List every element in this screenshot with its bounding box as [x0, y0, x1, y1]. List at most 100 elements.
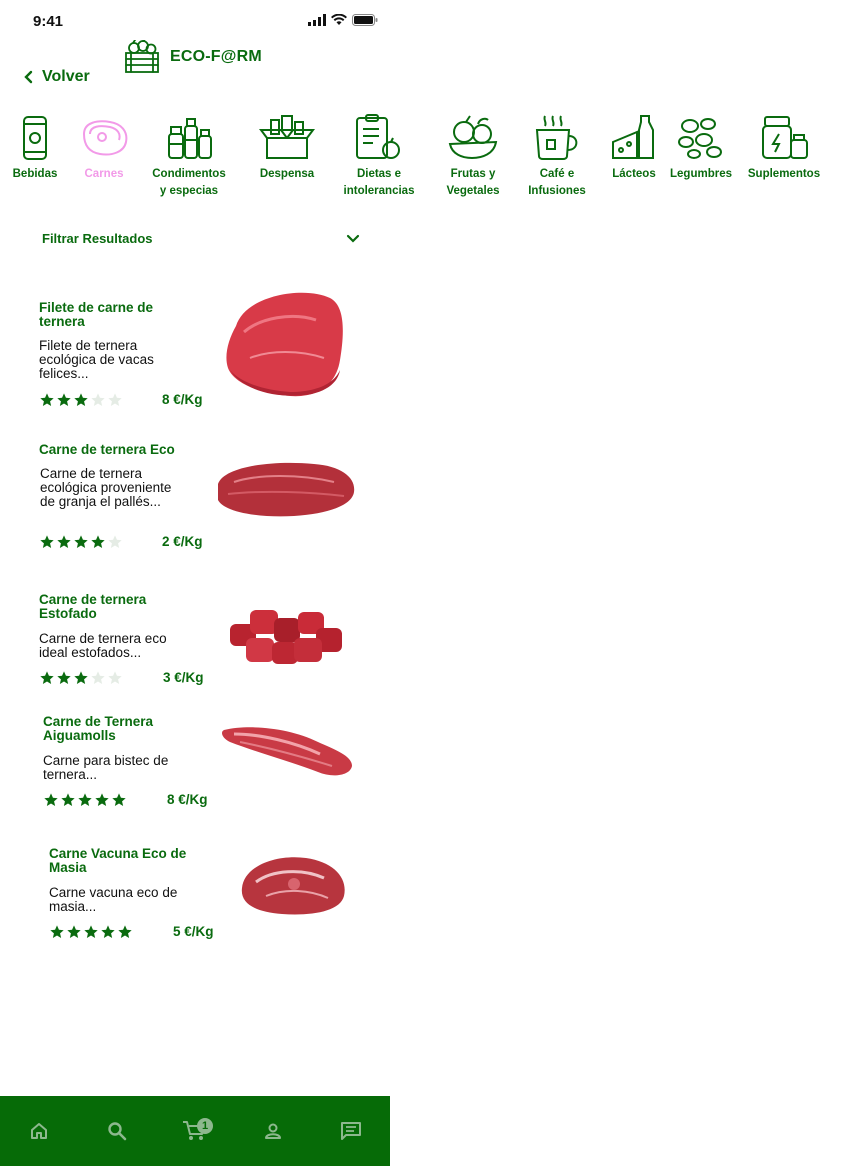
product-price: 2 €/Kg	[162, 534, 203, 549]
rating-stars	[43, 792, 127, 808]
category-label: Café e Infusiones	[528, 168, 586, 197]
product-card[interactable]: Carne Vacuna Eco de Masia Carne vacuna e…	[48, 838, 368, 948]
star-filled-icon	[78, 793, 92, 806]
category-suplementos[interactable]: Suplementos	[743, 112, 825, 183]
category-cafe[interactable]: Café e Infusiones	[525, 112, 589, 200]
star-filled-icon	[74, 393, 88, 406]
brand: ECO-F@RM	[124, 40, 262, 74]
product-card[interactable]: Carne de ternera Eco Carne de ternera ec…	[38, 434, 358, 564]
nav-profile[interactable]	[253, 1111, 293, 1151]
back-button[interactable]: Volver	[22, 68, 90, 86]
product-price: 3 €/Kg	[163, 670, 204, 685]
category-label: Carnes	[84, 168, 124, 180]
supplement-icon	[762, 116, 808, 159]
rating-stars	[39, 534, 123, 550]
star-filled-icon	[57, 671, 71, 684]
product-description: Carne de ternera ecológica proveniente d…	[40, 466, 172, 509]
product-card[interactable]: Carne de ternera Estofado Carne de terne…	[38, 584, 358, 694]
chevron-down-icon	[346, 234, 360, 243]
dairy-icon	[612, 115, 654, 159]
battery-icon	[352, 14, 378, 26]
product-image	[218, 462, 355, 517]
category-label: Despensa	[259, 168, 315, 180]
product-image	[226, 292, 343, 397]
star-filled-icon	[40, 535, 54, 548]
spice-jars-icon	[168, 118, 212, 159]
category-despensa[interactable]: Despensa	[257, 112, 317, 183]
nav-home[interactable]	[19, 1111, 59, 1151]
brand-name: ECO-F@RM	[170, 48, 262, 65]
status-icons	[308, 14, 378, 26]
product-title: Carne de ternera Estofado	[39, 592, 147, 621]
star-filled-icon	[44, 793, 58, 806]
product-price: 5 €/Kg	[173, 924, 214, 939]
star-filled-icon	[57, 535, 71, 548]
product-description: Carne vacuna eco de masia...	[49, 885, 178, 914]
star-filled-icon	[50, 925, 64, 938]
beans-icon	[678, 118, 722, 159]
star-empty-icon	[108, 393, 122, 406]
star-filled-icon	[101, 925, 115, 938]
product-card[interactable]: Carne de Ternera Aiguamolls Carne para b…	[42, 706, 362, 816]
category-label: Legumbres	[670, 168, 732, 180]
cart-badge: 1	[197, 1118, 213, 1134]
star-filled-icon	[118, 925, 132, 938]
category-label: Lácteos	[612, 168, 656, 180]
star-filled-icon	[40, 393, 54, 406]
category-label: Condimentos y especias	[152, 168, 226, 197]
product-description: Filete de ternera ecológica de vacas fel…	[39, 338, 154, 381]
nav-search[interactable]	[97, 1111, 137, 1151]
star-filled-icon	[95, 793, 109, 806]
rating-stars	[39, 670, 123, 686]
product-description: Carne para bistec de ternera...	[43, 753, 169, 782]
nav-cart[interactable]: 1	[175, 1111, 215, 1151]
product-card[interactable]: Filete de carne de ternera Filete de ter…	[38, 292, 358, 422]
tea-cup-icon	[535, 115, 578, 160]
star-empty-icon	[91, 671, 105, 684]
star-filled-icon	[57, 393, 71, 406]
product-price: 8 €/Kg	[162, 392, 203, 407]
category-lacteos[interactable]: Lácteos	[609, 112, 659, 183]
category-legumbres[interactable]: Legumbres	[666, 112, 736, 183]
category-frutas[interactable]: Frutas y Vegetales	[442, 112, 504, 200]
category-carnes[interactable]: Carnes	[78, 112, 130, 183]
star-empty-icon	[108, 535, 122, 548]
star-empty-icon	[91, 393, 105, 406]
category-condimentos[interactable]: Condimentos y especias	[147, 112, 231, 200]
product-title: Carne de Ternera Aiguamolls	[43, 714, 154, 743]
rating-stars	[49, 924, 133, 940]
category-label: Dietas e intolerancias	[343, 168, 415, 197]
category-label: Bebidas	[12, 168, 58, 180]
signal-icon	[308, 14, 326, 26]
category-label: Suplementos	[747, 168, 821, 180]
product-price: 8 €/Kg	[167, 792, 208, 807]
search-icon	[108, 1122, 127, 1141]
star-empty-icon	[108, 671, 122, 684]
product-image	[241, 857, 345, 915]
product-title: Carne Vacuna Eco de Masia	[49, 846, 187, 875]
bottom-nav: 1	[0, 1096, 390, 1166]
filter-dropdown[interactable]: Filtrar Resultados	[42, 231, 360, 246]
product-title: Carne de ternera Eco	[39, 442, 175, 457]
star-filled-icon	[40, 671, 54, 684]
category-label: Frutas y Vegetales	[446, 168, 500, 197]
category-dietas[interactable]: Dietas e intolerancias	[339, 112, 419, 200]
nav-messages[interactable]	[331, 1111, 371, 1151]
back-label: Volver	[42, 68, 90, 85]
home-icon	[31, 1123, 47, 1139]
star-filled-icon	[84, 925, 98, 938]
star-filled-icon	[74, 671, 88, 684]
wifi-icon	[331, 14, 347, 25]
star-filled-icon	[67, 925, 81, 938]
star-filled-icon	[112, 793, 126, 806]
rating-stars	[39, 392, 123, 408]
product-image	[222, 727, 352, 776]
category-bebidas[interactable]: Bebidas	[12, 112, 58, 183]
filter-label: Filtrar Resultados	[42, 231, 153, 246]
star-filled-icon	[74, 535, 88, 548]
product-description: Carne de ternera eco ideal estofados...	[39, 631, 167, 660]
fruit-basket-icon	[448, 115, 498, 160]
star-filled-icon	[91, 535, 105, 548]
meat-icon	[82, 120, 128, 156]
status-time: 9:41	[33, 13, 64, 30]
